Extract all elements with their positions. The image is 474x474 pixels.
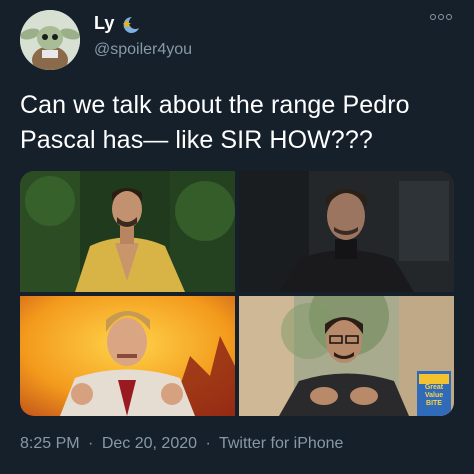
- tweet-source[interactable]: Twitter for iPhone: [219, 435, 344, 452]
- media-grid[interactable]: Great Value BITE: [20, 171, 454, 416]
- separator-dot: ·: [205, 435, 211, 452]
- author-handle[interactable]: @spoiler4you: [94, 41, 192, 59]
- tweet-text: Can we talk about the range Pedro Pascal…: [20, 91, 410, 154]
- tweet-metadata: 8:25 PM · Dec 20, 2020 · Twitter for iPh…: [20, 435, 347, 453]
- media-image-2[interactable]: [239, 171, 454, 292]
- tweet-time[interactable]: 8:25 PM: [20, 435, 80, 452]
- more-options-icon[interactable]: [430, 14, 452, 20]
- sun-moon-emoji-icon: [123, 16, 140, 33]
- photo-man-suit-fire: [20, 296, 235, 416]
- author-name-row[interactable]: Ly: [94, 13, 142, 34]
- cereal-box-label: Great Value BITE: [424, 384, 444, 407]
- display-name[interactable]: Ly: [94, 13, 114, 34]
- media-image-4[interactable]: Great Value BITE: [239, 296, 454, 416]
- photo-man-dark-sweater: [239, 171, 454, 292]
- separator-dot: ·: [88, 435, 94, 452]
- tweet-date[interactable]: Dec 20, 2020: [102, 435, 197, 452]
- avatar[interactable]: [20, 10, 80, 70]
- media-image-1[interactable]: [20, 171, 235, 292]
- baby-yoda-avatar-image: [20, 10, 80, 70]
- media-image-3[interactable]: [20, 296, 235, 416]
- photo-man-yellow-robe: [20, 171, 235, 292]
